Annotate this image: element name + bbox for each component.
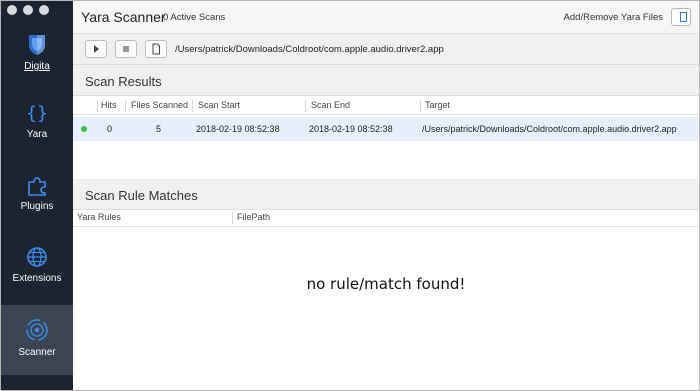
column-divider — [125, 100, 126, 112]
sidebar-item-extensions[interactable]: Extensions — [1, 245, 73, 284]
svg-text:{}: {} — [26, 103, 48, 124]
stop-icon — [123, 46, 129, 52]
zoom-window-button[interactable] — [39, 5, 49, 15]
column-files-scanned[interactable]: Files Scanned — [131, 100, 188, 110]
rule-matches-column-header: Yara Rules FilePath — [73, 210, 699, 227]
sidebar-item-scanner[interactable]: Scanner — [1, 305, 73, 375]
scanner-icon — [26, 319, 48, 341]
cell-scan-start: 2018-02-19 08:52:38 — [196, 124, 280, 134]
app-window: Digita {} Yara Plugins Extensions Scanne… — [0, 0, 700, 391]
table-row[interactable]: 0 5 2018-02-19 08:52:38 2018-02-19 08:52… — [73, 117, 699, 141]
cell-scan-end: 2018-02-19 08:52:38 — [309, 124, 393, 134]
section-title: Scan Results — [85, 74, 162, 89]
digita-logo-icon — [29, 35, 45, 55]
column-divider — [305, 100, 306, 112]
document-icon — [152, 43, 160, 55]
scan-status-indicator — [81, 126, 87, 132]
column-filepath[interactable]: FilePath — [237, 212, 270, 222]
stop-scan-button[interactable] — [115, 40, 137, 58]
column-divider — [97, 100, 98, 112]
main-panel: Yara Scanner 0 Active Scans Add/Remove Y… — [73, 1, 699, 390]
cell-hits: 0 — [107, 124, 113, 134]
play-icon — [94, 45, 99, 53]
toggle-yara-files-panel-button[interactable] — [671, 8, 691, 26]
window-controls — [7, 5, 49, 15]
globe-icon — [27, 247, 47, 267]
column-scan-start[interactable]: Scan Start — [198, 100, 240, 110]
puzzle-icon — [28, 177, 46, 196]
sidebar-panel-icon — [680, 12, 687, 22]
sidebar: Digita {} Yara Plugins Extensions Scanne… — [1, 1, 73, 390]
minimize-window-button[interactable] — [23, 5, 33, 15]
cell-files-scanned: 5 — [156, 124, 162, 134]
scan-results-header: Scan Results — [73, 65, 699, 96]
sidebar-item-label: Yara — [26, 129, 48, 140]
sidebar-item-label: Scanner — [18, 347, 56, 358]
start-scan-button[interactable] — [85, 40, 107, 58]
column-hits[interactable]: Hits — [101, 100, 117, 110]
sidebar-item-label: Extensions — [12, 273, 62, 284]
sidebar-item-digita[interactable]: Digita — [1, 31, 73, 72]
scan-toolbar: /Users/patrick/Downloads/Coldroot/com.ap… — [73, 34, 699, 65]
active-scans-count: 0 Active Scans — [163, 12, 226, 23]
cell-target: /Users/patrick/Downloads/Coldroot/com.ap… — [422, 124, 677, 134]
column-divider — [192, 100, 193, 112]
column-scan-end[interactable]: Scan End — [311, 100, 350, 110]
choose-file-button[interactable] — [145, 40, 167, 58]
sidebar-item-plugins[interactable]: Plugins — [1, 173, 73, 212]
column-yara-rules[interactable]: Yara Rules — [77, 212, 121, 222]
curly-braces-icon: {} — [26, 103, 48, 124]
column-divider — [420, 100, 421, 112]
add-remove-yara-files-label: Add/Remove Yara Files — [563, 12, 663, 23]
app-title: Yara Scanner — [81, 9, 166, 25]
scan-target-path[interactable]: /Users/patrick/Downloads/Coldroot/com.ap… — [175, 44, 444, 55]
column-target[interactable]: Target — [425, 100, 450, 110]
scan-results-column-header: Hits Files Scanned Scan Start Scan End T… — [73, 98, 699, 115]
sidebar-item-label: Digita — [24, 61, 50, 72]
section-title: Scan Rule Matches — [85, 188, 198, 203]
rule-matches-header: Scan Rule Matches — [73, 179, 699, 210]
close-window-button[interactable] — [7, 5, 17, 15]
no-matches-message: no rule/match found! — [306, 275, 466, 293]
column-divider — [232, 212, 233, 224]
sidebar-item-label: Plugins — [20, 201, 54, 212]
title-bar: Yara Scanner 0 Active Scans Add/Remove Y… — [73, 1, 699, 34]
sidebar-item-yara[interactable]: {} Yara — [1, 101, 73, 140]
